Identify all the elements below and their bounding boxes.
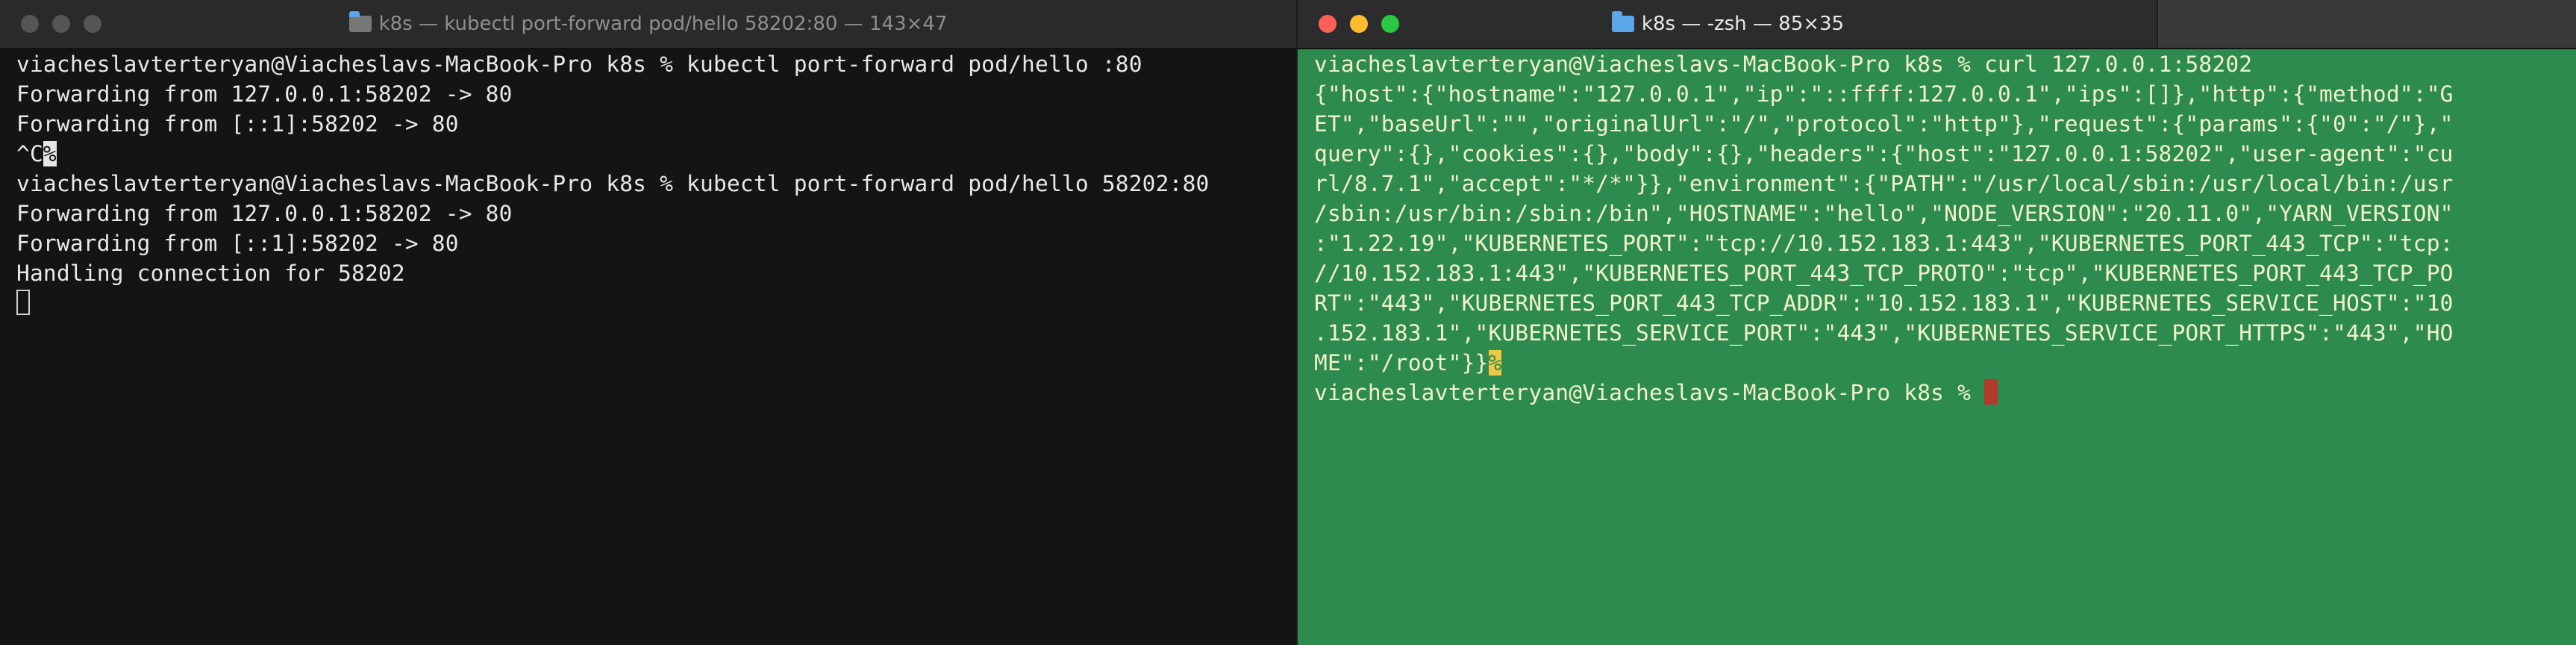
titlebar-left[interactable]: k8s — kubectl port-forward pod/hello 582… (0, 0, 1296, 49)
terminal-line: Forwarding from 127.0.0.1:58202 -> 80 (16, 201, 513, 226)
terminal-line: viacheslavterteryan@Viacheslavs-MacBook-… (1314, 52, 2253, 77)
terminal-line: {"host":{"hostname":"127.0.0.1","ip":"::… (1314, 81, 2454, 107)
terminal-line: viacheslavterteryan@Viacheslavs-MacBook-… (16, 52, 1142, 77)
terminal-line: Forwarding from [::1]:58202 -> 80 (16, 231, 459, 256)
terminal-line: /sbin:/usr/bin:/sbin:/bin","HOSTNAME":"h… (1314, 201, 2454, 226)
interrupt-text: ^C (16, 141, 43, 166)
terminal-line: RT":"443","KUBERNETES_PORT_443_TCP_ADDR"… (1314, 290, 2454, 316)
percent-marker: % (1488, 350, 1502, 376)
terminal-line: ME":"/root"}}% (1314, 348, 2567, 378)
terminal-line (16, 288, 1287, 318)
terminal-line: Forwarding from [::1]:58202 -> 80 (16, 111, 459, 137)
terminal-line: Handling connection for 58202 (16, 261, 405, 286)
terminal-line: Forwarding from 127.0.0.1:58202 -> 80 (16, 81, 513, 107)
terminal-line: viacheslavterteryan@Viacheslavs-MacBook-… (16, 171, 1210, 196)
terminal-line: viacheslavterteryan@Viacheslavs-MacBook-… (1314, 378, 2567, 408)
prompt: viacheslavterteryan@Viacheslavs-MacBook-… (1314, 380, 1985, 405)
folder-icon (1611, 11, 1634, 32)
percent-marker: % (43, 141, 57, 166)
terminal-window-left[interactable]: k8s — kubectl port-forward pod/hello 582… (0, 0, 1296, 645)
terminal-window-right[interactable]: k8s — -zsh — 85×35 viacheslavterteryan@V… (1298, 0, 2576, 645)
window-title: k8s — -zsh — 85×35 (1298, 0, 2158, 48)
window-title: k8s — kubectl port-forward pod/hello 582… (0, 0, 1296, 48)
terminal-output[interactable]: viacheslavterteryan@Viacheslavs-MacBook-… (0, 49, 1296, 645)
json-tail: ME":"/root"}} (1314, 350, 1489, 376)
background-browser-tab[interactable] (2157, 0, 2576, 48)
cursor (16, 290, 30, 315)
terminal-line: //10.152.183.1:443","KUBERNETES_PORT_443… (1314, 261, 2454, 286)
terminal-line: :"1.22.19","KUBERNETES_PORT":"tcp://10.1… (1314, 231, 2454, 256)
terminal-line: rl/8.7.1","accept":"*/*"}},"environment"… (1314, 171, 2454, 196)
terminal-line: ^C% (16, 139, 1287, 169)
terminal-output[interactable]: viacheslavterteryan@Viacheslavs-MacBook-… (1298, 49, 2576, 645)
cursor (1984, 379, 1998, 405)
terminal-line: .152.183.1","KUBERNETES_SERVICE_PORT":"4… (1314, 320, 2454, 346)
terminal-line: ET","baseUrl":"","originalUrl":"/","prot… (1314, 111, 2454, 137)
folder-icon (348, 11, 372, 32)
terminal-line: query":{},"cookies":{},"body":{},"header… (1314, 141, 2454, 166)
titlebar-right[interactable]: k8s — -zsh — 85×35 (1298, 0, 2576, 49)
